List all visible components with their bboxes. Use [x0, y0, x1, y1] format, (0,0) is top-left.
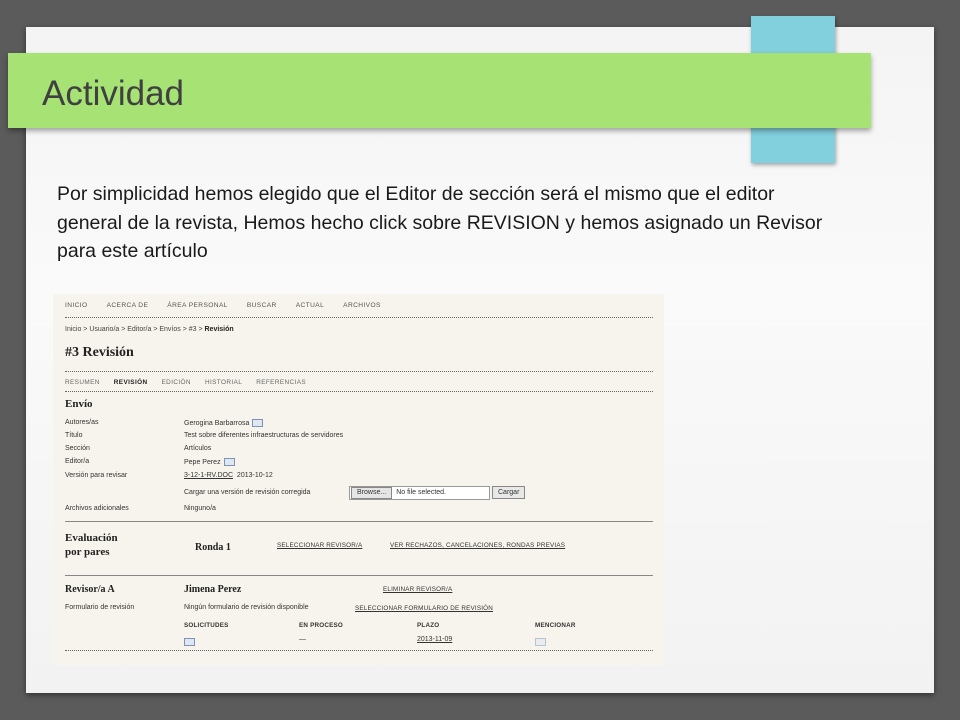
tab-edicion[interactable]: EDICIÓN	[162, 379, 191, 386]
divider	[65, 650, 653, 651]
value-additional-files: Ninguno/a	[184, 505, 216, 512]
value-editor: Pepe Perez	[184, 458, 235, 466]
label-editor: Editor/a	[65, 458, 90, 465]
divider	[65, 575, 653, 576]
breadcrumb-path[interactable]: Inicio > Usuario/a > Editor/a > Envíos >…	[65, 326, 205, 333]
slide-title: Actividad	[42, 74, 185, 113]
divider	[65, 317, 653, 318]
browse-button[interactable]: Browse...	[351, 487, 393, 499]
tab-resumen[interactable]: RESUMEN	[65, 379, 100, 386]
review-round: Ronda 1	[195, 542, 231, 553]
divider	[65, 391, 653, 392]
email-icon[interactable]	[223, 458, 235, 466]
tab-referencias[interactable]: REFERENCIAS	[256, 379, 306, 386]
editor-name: Pepe Perez	[184, 458, 221, 466]
breadcrumb: Inicio > Usuario/a > Editor/a > Envíos >…	[65, 326, 234, 333]
value-title: Test sobre diferentes infraestructuras d…	[184, 432, 344, 439]
author-name: Gerogina Barbarrosa	[184, 419, 250, 427]
nav-item-inicio[interactable]: INICIO	[65, 302, 88, 309]
column-header-solicitudes: SOLICITUDES	[184, 622, 229, 629]
mention-email-icon[interactable]	[535, 637, 546, 646]
upload-button[interactable]: Cargar	[492, 486, 526, 499]
page-title: #3 Revisión	[65, 345, 134, 360]
label-authors: Autores/as	[65, 419, 99, 426]
value-review-form: Ningún formulario de revisión disponible	[184, 604, 309, 611]
nav-item-archivos[interactable]: ARCHIVOS	[343, 302, 381, 309]
section-heading-evaluacion-2: por pares	[65, 546, 110, 558]
file-status: No file selected.	[396, 489, 446, 496]
column-header-plazo: PLAZO	[417, 622, 440, 629]
divider	[65, 371, 653, 372]
column-header-en-proceso: EN PROCESO	[299, 622, 343, 629]
tab-revision[interactable]: REVISIÓN	[114, 379, 148, 386]
nav-item-area-personal[interactable]: ÁREA PERSONAL	[167, 302, 228, 309]
label-review-version: Versión para revisar	[65, 472, 128, 479]
select-reviewer-link[interactable]: SELECCIONAR REVISOR/A	[277, 542, 362, 549]
upload-label: Cargar una versión de revisión corregida	[184, 489, 311, 496]
request-email-icon[interactable]	[184, 637, 195, 646]
email-icon[interactable]	[184, 638, 195, 646]
nav-item-acerca-de[interactable]: ACERCA DE	[107, 302, 149, 309]
slide-body-text: Por simplicidad hemos elegido que el Edi…	[57, 183, 823, 262]
top-nav: INICIO ACERCA DE ÁREA PERSONAL BUSCAR AC…	[65, 302, 400, 309]
email-icon[interactable]	[252, 419, 264, 427]
column-header-mencionar: MENCIONAR	[535, 622, 576, 629]
section-heading-envio: Envío	[65, 398, 93, 410]
reviewer-name: Jimena Perez	[184, 584, 242, 595]
value-section: Artículos	[184, 445, 212, 452]
nav-item-buscar[interactable]: BUSCAR	[247, 302, 277, 309]
value-review-version: 3-12-1-RV.DOC 2013-10-12	[184, 472, 273, 479]
tab-historial[interactable]: HISTORIAL	[205, 379, 242, 386]
label-section: Sección	[65, 445, 90, 452]
email-icon[interactable]	[535, 638, 546, 646]
section-heading-evaluacion: Evaluación	[65, 532, 118, 544]
deadline-link[interactable]: 2013-11-09	[417, 636, 452, 643]
nav-item-actual[interactable]: ACTUAL	[296, 302, 324, 309]
see-rejections-link[interactable]: VER RECHAZOS, CANCELACIONES, RONDAS PREV…	[390, 542, 565, 549]
review-file-link[interactable]: 3-12-1-RV.DOC	[184, 472, 233, 479]
remove-reviewer-link[interactable]: ELIMINAR REVISOR/A	[383, 586, 452, 593]
value-authors: Gerogina Barbarrosa	[184, 419, 264, 427]
submission-tabs: RESUMEN REVISIÓN EDICIÓN HISTORIAL REFER…	[65, 379, 320, 386]
in-process-value: —	[299, 636, 306, 643]
label-review-form: Formulario de revisión	[65, 604, 135, 611]
file-input[interactable]: Browse... No file selected.	[349, 486, 490, 500]
reviewer-heading: Revisor/a A	[65, 584, 115, 595]
review-file-date: 2013-10-12	[236, 472, 273, 479]
breadcrumb-current: Revisión	[204, 326, 234, 333]
select-review-form-link[interactable]: SELECCIONAR FORMULARIO DE REVISIÓN	[355, 605, 493, 612]
label-additional-files: Archivos adicionales	[65, 505, 129, 512]
divider	[65, 521, 653, 522]
ojs-review-screenshot: INICIO ACERCA DE ÁREA PERSONAL BUSCAR AC…	[53, 294, 664, 665]
label-title: Título	[65, 432, 83, 439]
